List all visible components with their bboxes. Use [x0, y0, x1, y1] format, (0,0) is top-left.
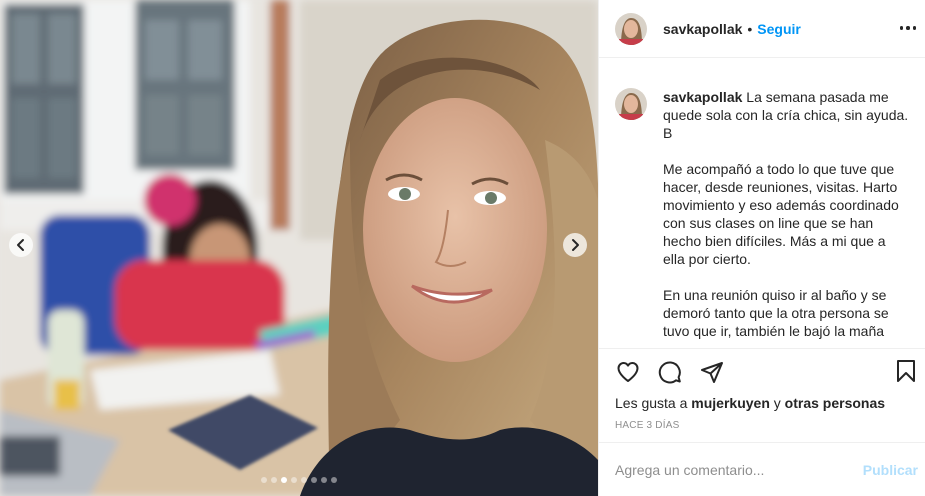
caption-username[interactable]: savkapollak [663, 89, 742, 105]
avatar[interactable] [615, 12, 647, 45]
action-icons [615, 359, 725, 385]
share-button[interactable] [699, 359, 725, 385]
bookmark-icon [897, 360, 915, 382]
carousel-dot [271, 477, 277, 483]
heart-icon [617, 362, 639, 382]
more-options-icon-dot [906, 26, 910, 30]
paper-plane-icon [701, 362, 723, 383]
header-separator: • [747, 20, 753, 37]
like-button[interactable] [615, 359, 641, 385]
likes-prefix: Les gusta a [615, 395, 688, 411]
add-comment-bar: Publicar [599, 442, 925, 496]
likes-user-link[interactable]: mujerkuyen [691, 395, 770, 411]
carousel-dot [331, 477, 337, 483]
caption-paragraph: savkapollak La semana pasada me quede so… [663, 88, 910, 142]
chevron-right-icon [572, 239, 579, 251]
carousel-dot [311, 477, 317, 483]
carousel-indicator [0, 477, 598, 483]
save-button[interactable] [894, 359, 920, 385]
comment-input[interactable] [615, 461, 863, 478]
post-actions: Les gusta a mujerkuyen y otras personas … [599, 348, 925, 442]
post-caption: savkapollak La semana pasada me quede so… [663, 88, 910, 348]
chevron-left-icon [17, 239, 24, 251]
carousel-prev-button[interactable] [9, 233, 33, 257]
carousel-dot [301, 477, 307, 483]
post-side-panel: savkapollak • Seguir savkapollak La sema… [598, 0, 925, 496]
caption-paragraph: En una reunión quiso ir al baño y se dem… [663, 287, 889, 339]
avatar[interactable] [615, 88, 647, 120]
more-options-icon [899, 26, 903, 30]
comments-section[interactable]: savkapollak La semana pasada me quede so… [599, 58, 925, 348]
post-timestamp[interactable]: HACE 3 DÍAS [615, 420, 679, 431]
comment-bubble-icon [658, 361, 681, 384]
selfie-photo-image [0, 0, 598, 496]
comment-button[interactable] [657, 359, 683, 385]
carousel-dot [261, 477, 267, 483]
post-photo[interactable] [0, 0, 598, 496]
likes-others-link[interactable]: otras personas [785, 395, 885, 411]
carousel-next-button[interactable] [563, 233, 587, 257]
caption-paragraph: Me acompañó a todo lo que tuve que hacer… [663, 161, 899, 267]
follow-button[interactable]: Seguir [757, 21, 801, 37]
more-options-button[interactable] [898, 24, 919, 32]
carousel-dot [291, 477, 297, 483]
post-header: savkapollak • Seguir [599, 0, 925, 58]
publish-button[interactable]: Publicar [863, 462, 918, 478]
carousel-dot [321, 477, 327, 483]
likes-summary: Les gusta a mujerkuyen y otras personas [615, 395, 885, 411]
carousel-dot [281, 477, 287, 483]
more-options-icon-dot [912, 26, 916, 30]
caption-row: savkapollak La semana pasada me quede so… [615, 88, 910, 348]
likes-conjunction: y [773, 395, 781, 411]
header-username[interactable]: savkapollak [663, 21, 742, 37]
